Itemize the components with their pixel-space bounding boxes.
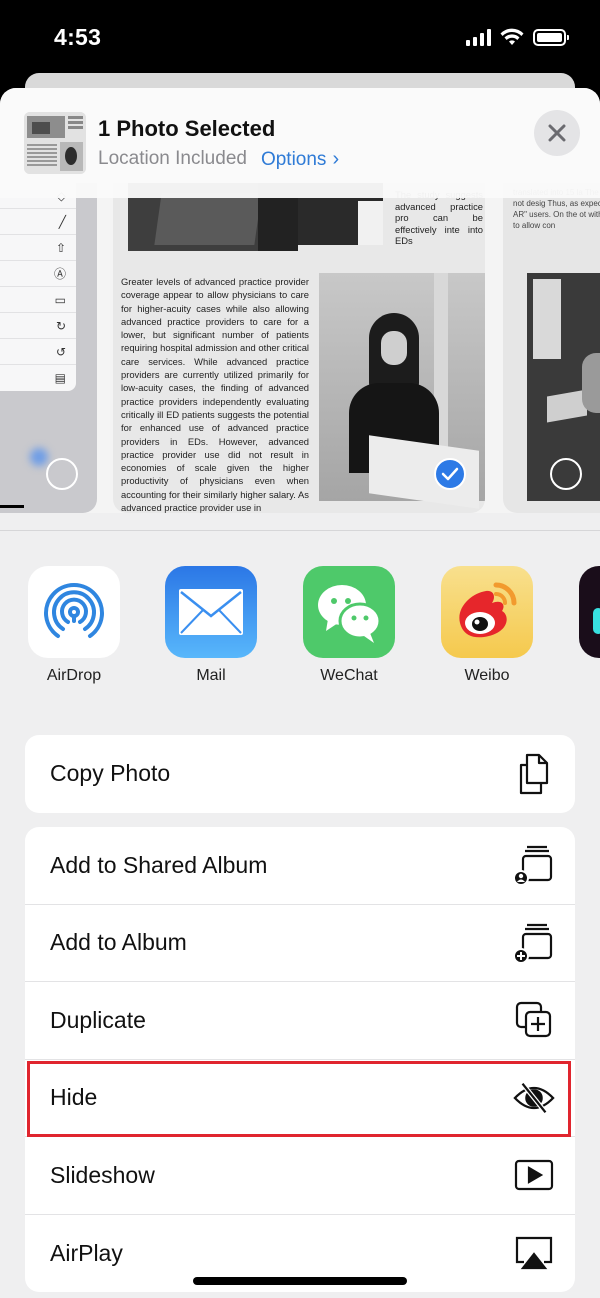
- photo-main[interactable]: The study suggests advanced practice pro…: [113, 183, 485, 513]
- shared-album-icon: [513, 844, 555, 887]
- copy-icon: [513, 753, 555, 795]
- photo-right[interactable]: translated into 15 la The App is not des…: [503, 183, 600, 513]
- add-album-icon: [513, 922, 555, 964]
- airdrop-icon: [28, 566, 120, 658]
- action-label: Copy Photo: [50, 760, 171, 787]
- app-label: Mail: [196, 667, 226, 684]
- action-label: Slideshow: [50, 1161, 155, 1188]
- action-label: Duplicate: [50, 1006, 146, 1033]
- options-label: Options: [260, 148, 327, 170]
- photo-left[interactable]: ◇ ╱ ⇧ Ⓐ ▭ ↻ ↺ ▤: [0, 183, 97, 513]
- action-add-to-album[interactable]: Add to Album: [25, 905, 575, 982]
- action-label: Add to Album: [50, 929, 187, 956]
- selection-circle[interactable]: [550, 458, 582, 490]
- airplay-icon: [513, 1232, 555, 1274]
- highlight-box: [27, 1060, 571, 1137]
- app-mail[interactable]: Mail: [165, 566, 257, 685]
- share-icon: ⇧: [0, 235, 76, 261]
- tiktok-icon: [579, 566, 600, 658]
- doc-text: Greater levels of advanced practice prov…: [121, 276, 309, 513]
- blurred-blob: [30, 448, 48, 466]
- status-time: 4:53: [54, 24, 102, 50]
- action-group-copy: Copy Photo: [25, 735, 575, 813]
- divider: [0, 530, 600, 531]
- slideshow-icon: [513, 1154, 555, 1196]
- app-label: AirDrop: [46, 667, 102, 684]
- action-label: Hide: [50, 1084, 98, 1111]
- app-wechat[interactable]: WeChat: [303, 566, 395, 685]
- mail-icon: [165, 566, 257, 658]
- close-icon: [548, 124, 566, 142]
- home-indicator[interactable]: [193, 1277, 407, 1285]
- action-slideshow[interactable]: Slideshow: [25, 1137, 575, 1215]
- status-bar: 4:53: [0, 0, 600, 72]
- mini-home-indicator: [0, 505, 24, 508]
- status-icons: [466, 28, 569, 46]
- chevron-right-icon: ›: [332, 148, 340, 170]
- action-hide[interactable]: Hide: [25, 1060, 575, 1137]
- share-title: 1 Photo Selected: [98, 116, 276, 141]
- app-row: AirDrop Mail WeChat Weibo: [0, 566, 600, 696]
- rotate-right-icon: ↻: [0, 313, 76, 339]
- selected-check-badge[interactable]: [434, 458, 466, 490]
- options-button[interactable]: Options ›: [261, 148, 339, 171]
- checkmark-icon: [441, 467, 459, 481]
- blurred-context-menu: ◇ ╱ ⇧ Ⓐ ▭ ↻ ↺ ▤: [0, 183, 76, 391]
- wechat-icon: [303, 566, 395, 658]
- document-icon: ▤: [54, 371, 66, 385]
- action-add-to-shared-album[interactable]: Add to Shared Album: [25, 827, 575, 905]
- close-button[interactable]: [534, 110, 580, 156]
- hide-eye-icon: [513, 1077, 555, 1119]
- app-label: WeChat: [320, 667, 378, 684]
- action-label: Add to Shared Album: [50, 851, 268, 878]
- location-status: Location Included: [98, 148, 247, 169]
- weibo-icon: [441, 566, 533, 658]
- wifi-icon: [500, 28, 524, 45]
- archive-icon: ▭: [0, 287, 76, 313]
- action-copy-photo[interactable]: Copy Photo: [25, 735, 575, 813]
- battery-icon: [533, 28, 569, 46]
- selected-photo-thumbnail: [24, 112, 86, 174]
- share-header: 1 Photo Selected Location Included Optio…: [0, 88, 600, 198]
- duplicate-icon: [513, 999, 555, 1041]
- share-sheet: 1 Photo Selected Location Included Optio…: [0, 88, 600, 1298]
- action-group-main: Add to Shared Album Add to Album Duplica…: [25, 827, 575, 1292]
- rotate-left-icon: ↺: [0, 339, 76, 365]
- app-airdrop[interactable]: AirDrop: [28, 566, 120, 685]
- cellular-signal-icon: [466, 28, 491, 46]
- photo-strip[interactable]: ◇ ╱ ⇧ Ⓐ ▭ ↻ ↺ ▤ The study suggests ad: [0, 183, 600, 513]
- action-label: AirPlay: [50, 1239, 123, 1266]
- markup-icon: Ⓐ: [0, 261, 76, 287]
- share-subtitle-row: Location Included Options ›: [98, 148, 339, 171]
- app-weibo[interactable]: Weibo: [441, 566, 533, 685]
- app-partial[interactable]: [579, 566, 600, 658]
- action-duplicate[interactable]: Duplicate: [25, 982, 575, 1060]
- selection-circle[interactable]: [46, 458, 78, 490]
- pencil-icon: ╱: [0, 209, 76, 235]
- app-label: Weibo: [464, 667, 510, 684]
